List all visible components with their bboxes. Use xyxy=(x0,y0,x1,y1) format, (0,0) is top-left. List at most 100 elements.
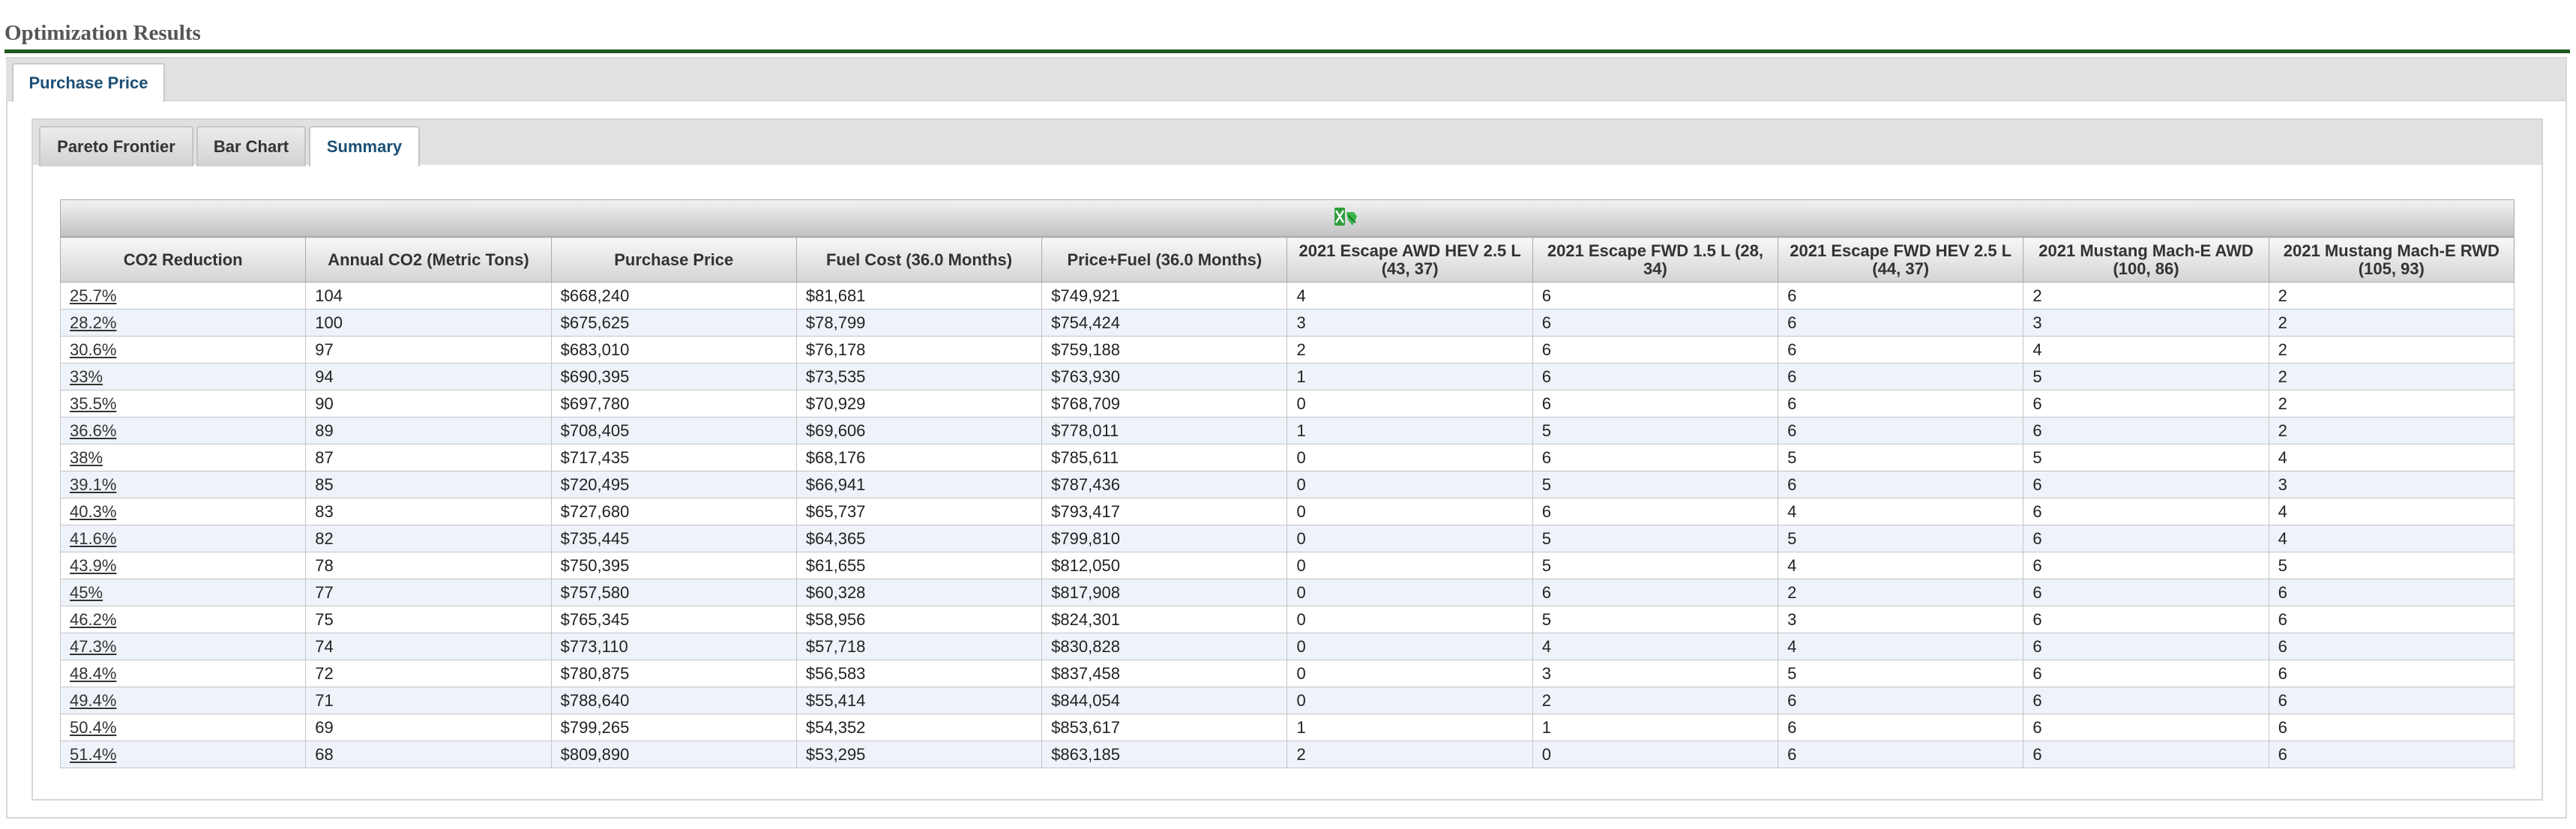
tab-purchase-price[interactable]: Purchase Price xyxy=(12,63,165,102)
co2-reduction-link[interactable]: 41.6% xyxy=(70,529,116,548)
table-cell: 83 xyxy=(305,498,552,525)
co2-reduction-link[interactable]: 40.3% xyxy=(70,502,116,521)
table-cell: 4 xyxy=(2268,444,2515,471)
table-cell: $750,395 xyxy=(550,552,797,579)
co2-reduction-link[interactable]: 51.4% xyxy=(70,745,116,764)
co2-reduction-link[interactable]: 38% xyxy=(70,448,103,467)
co2-reduction-link[interactable]: 36.6% xyxy=(70,421,116,440)
table-cell: $830,828 xyxy=(1041,633,1288,660)
tab-summary[interactable]: Summary xyxy=(309,126,420,166)
co2-reduction-link[interactable]: 25.7% xyxy=(70,286,116,305)
table-cell: 6 xyxy=(2023,525,2269,552)
table-cell: 0 xyxy=(1287,579,1533,606)
table-cell: 5 xyxy=(1532,552,1779,579)
table-cell: $675,625 xyxy=(550,309,797,337)
co2-reduction-link[interactable]: 30.6% xyxy=(70,340,116,359)
table-cell: 4 xyxy=(1778,552,2024,579)
table-cell: 1 xyxy=(1532,714,1779,741)
table-cell: $690,395 xyxy=(550,363,797,391)
table-cell: 6 xyxy=(1532,579,1779,606)
co2-reduction-cell: 25.7% xyxy=(59,282,307,310)
co2-reduction-cell: 30.6% xyxy=(59,336,307,364)
table-cell: 97 xyxy=(305,336,552,364)
table-cell: 1 xyxy=(1287,363,1533,391)
table-cell: 0 xyxy=(1287,444,1533,471)
table-cell: 3 xyxy=(2023,309,2269,337)
co2-reduction-link[interactable]: 43.9% xyxy=(70,556,116,575)
co2-reduction-link[interactable]: 49.4% xyxy=(70,691,116,710)
table-cell: 6 xyxy=(2023,606,2269,633)
table-cell: 3 xyxy=(1532,660,1779,687)
column-header[interactable]: 2021 Escape FWD HEV 2.5 L (44, 37) xyxy=(1778,237,2024,283)
table-cell: $65,737 xyxy=(795,498,1043,525)
excel-export-icon[interactable] xyxy=(1333,206,1358,229)
co2-reduction-link[interactable]: 45% xyxy=(70,583,103,602)
table-cell: $58,956 xyxy=(795,606,1043,633)
table-cell: $60,328 xyxy=(795,579,1043,606)
table-cell: $799,810 xyxy=(1041,525,1288,552)
table-cell: 6 xyxy=(1778,390,2024,417)
column-header[interactable]: 2021 Escape AWD HEV 2.5 L (43, 37) xyxy=(1287,237,1533,283)
table-cell: $66,941 xyxy=(795,471,1043,498)
table-cell: 5 xyxy=(1532,606,1779,633)
co2-reduction-link[interactable]: 35.5% xyxy=(70,394,116,413)
table-cell: 104 xyxy=(305,282,552,310)
co2-reduction-cell: 41.6% xyxy=(59,525,307,552)
table-cell: 6 xyxy=(1532,282,1779,310)
co2-reduction-link[interactable]: 48.4% xyxy=(70,664,116,683)
table-cell: $78,799 xyxy=(795,309,1043,337)
table-cell: 4 xyxy=(2268,525,2515,552)
co2-reduction-cell: 28.2% xyxy=(59,309,307,337)
table-cell: $765,345 xyxy=(550,606,797,633)
table-cell: 0 xyxy=(1287,525,1533,552)
table-cell: $735,445 xyxy=(550,525,797,552)
table-row: 46.2% 75 $765,345 $58,956 $824,301 0 5 3 6 6 xyxy=(59,606,2515,633)
table-cell: 77 xyxy=(305,579,552,606)
table-cell: 3 xyxy=(1778,606,2024,633)
co2-reduction-link[interactable]: 39.1% xyxy=(70,475,116,494)
table-cell: 6 xyxy=(2268,606,2515,633)
co2-reduction-cell: 38% xyxy=(59,444,307,471)
column-header[interactable]: 2021 Escape FWD 1.5 L (28, 34) xyxy=(1532,237,1779,283)
table-row: 35.5% 90 $697,780 $70,929 $768,709 0 6 6 6 2 xyxy=(59,390,2515,417)
grid-caption-bar xyxy=(60,199,2515,237)
co2-reduction-link[interactable]: 47.3% xyxy=(70,637,116,656)
co2-reduction-link[interactable]: 28.2% xyxy=(70,313,116,332)
column-header[interactable]: 2021 Mustang Mach-E RWD (105, 93) xyxy=(2268,237,2515,283)
column-header[interactable]: Price+Fuel (36.0 Months) xyxy=(1041,237,1288,283)
table-cell: 0 xyxy=(1287,633,1533,660)
tab-bar-chart[interactable]: Bar Chart xyxy=(196,126,306,166)
table-row: 41.6% 82 $735,445 $64,365 $799,810 0 5 5 6 4 xyxy=(59,525,2515,552)
table-cell: $53,295 xyxy=(795,741,1043,768)
table-cell: $785,611 xyxy=(1041,444,1288,471)
table-cell: 4 xyxy=(1532,633,1779,660)
column-header[interactable]: CO2 Reduction xyxy=(59,237,307,283)
table-cell: 72 xyxy=(305,660,552,687)
table-cell: $863,185 xyxy=(1041,741,1288,768)
table-row: 25.7% 104 $668,240 $81,681 $749,921 4 6 6 2 2 xyxy=(59,282,2515,310)
column-header[interactable]: Annual CO2 (Metric Tons) xyxy=(305,237,552,283)
tab-pareto-frontier[interactable]: Pareto Frontier xyxy=(39,126,193,166)
table-cell: $844,054 xyxy=(1041,687,1288,714)
table-cell: 0 xyxy=(1532,741,1779,768)
table-cell: 5 xyxy=(1778,444,2024,471)
column-header[interactable]: 2021 Mustang Mach-E AWD (100, 86) xyxy=(2023,237,2269,283)
table-cell: 6 xyxy=(2268,579,2515,606)
table-cell: 6 xyxy=(1778,741,2024,768)
table-cell: $708,405 xyxy=(550,417,797,444)
column-header[interactable]: Fuel Cost (36.0 Months) xyxy=(795,237,1043,283)
co2-reduction-cell: 33% xyxy=(59,363,307,391)
table-cell: 6 xyxy=(1778,363,2024,391)
co2-reduction-cell: 45% xyxy=(59,579,307,606)
table-cell: 6 xyxy=(1532,444,1779,471)
table-cell: $788,640 xyxy=(550,687,797,714)
table-cell: 4 xyxy=(1778,633,2024,660)
table-cell: $787,436 xyxy=(1041,471,1288,498)
table-cell: 4 xyxy=(1778,498,2024,525)
summary-table: CO2 Reduction Annual CO2 (Metric Tons) Pur… xyxy=(59,237,2515,768)
column-header[interactable]: Purchase Price xyxy=(550,237,797,283)
co2-reduction-link[interactable]: 33% xyxy=(70,367,103,386)
co2-reduction-link[interactable]: 50.4% xyxy=(70,718,116,737)
table-cell: 2 xyxy=(2268,282,2515,310)
co2-reduction-link[interactable]: 46.2% xyxy=(70,610,116,629)
